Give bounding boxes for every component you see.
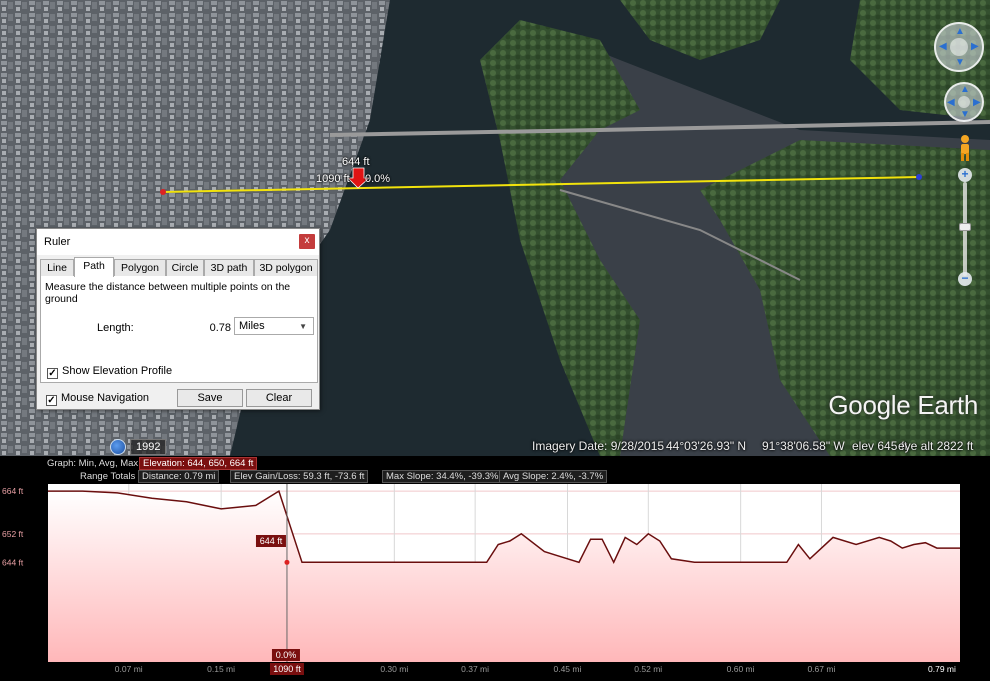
cursor-slope-label: 0.0% — [276, 650, 297, 660]
close-button[interactable]: x — [299, 234, 315, 249]
ruler-titlebar[interactable]: Ruler x — [37, 229, 319, 255]
chevron-down-icon: ▼ — [299, 322, 307, 331]
x-tick-label: 0.37 mi — [461, 664, 489, 674]
x-tick-label: 0.79 mi — [928, 664, 956, 674]
map-view[interactable]: 644 ft 1090 ft 0.0% ▲ ▼ ◀ ▶ ▲ ▼ ◀ ▶ + − … — [0, 0, 990, 456]
clear-button[interactable]: Clear — [246, 389, 312, 407]
x-tick-label: 0.45 mi — [553, 664, 581, 674]
y-tick-label: 644 ft — [2, 557, 24, 567]
cursor-dist-label: 1090 ft — [273, 664, 301, 674]
y-tick-label: 652 ft — [2, 529, 24, 539]
zoom-slider[interactable]: + − — [958, 168, 972, 286]
range-totals-label: Range Totals — [80, 471, 136, 482]
move-control[interactable]: ▲ ▼ ◀ ▶ — [944, 82, 984, 122]
eye-altitude-readout: eye alt 2822 ft — [898, 439, 974, 453]
ruler-panel: Measure the distance between multiple po… — [40, 276, 318, 383]
tab-3d-polygon[interactable]: 3D polygon — [254, 259, 318, 276]
graph-label: Graph: Min, Avg, Max — [47, 458, 139, 469]
checkmark-icon: ✓ — [47, 368, 58, 379]
zoom-slider-thumb[interactable] — [959, 223, 971, 231]
cursor-elev-label: 644 ft — [260, 536, 283, 546]
mouse-navigation-checkbox[interactable]: ✓ Mouse Navigation — [46, 392, 149, 406]
y-tick-label: 664 ft — [2, 486, 24, 496]
longitude-readout: 91°38'06.58" W — [762, 439, 845, 453]
elevation-profile-panel[interactable]: 664 ft 652 ft 644 ft 0.07 mi 0.15 mi 0.30 mi 0… — [0, 456, 990, 681]
save-button[interactable]: Save — [177, 389, 243, 407]
distance-stat: Distance: 0.79 mi — [138, 470, 220, 483]
zoom-in-button[interactable]: + — [958, 168, 972, 182]
marker-slope-label: 0.0% — [365, 173, 391, 185]
x-tick-label: 0.30 mi — [380, 664, 408, 674]
x-tick-label: 0.07 mi — [115, 664, 143, 674]
marker-elev-label: 644 ft — [342, 156, 370, 168]
pegman-icon[interactable] — [956, 134, 974, 162]
x-tick-label: 0.15 mi — [207, 664, 235, 674]
google-earth-logo: Google Earth — [828, 390, 978, 420]
units-select[interactable]: Miles ▼ — [234, 317, 314, 335]
latitude-readout: 44°03'26.93" N — [666, 439, 747, 453]
cursor-point — [284, 559, 290, 565]
tab-3d-path[interactable]: 3D path — [204, 259, 254, 276]
tab-path[interactable]: Path — [74, 257, 114, 277]
imagery-date: Imagery Date: 9/28/2015 — [532, 439, 665, 453]
show-elevation-profile-checkbox[interactable]: ✓ Show Elevation Profile — [47, 365, 172, 379]
x-tick-label: 0.60 mi — [727, 664, 755, 674]
ruler-tabs: Line Path Polygon Circle 3D path 3D poly… — [40, 257, 318, 277]
hand-icon — [958, 96, 970, 108]
ruler-title: Ruler — [44, 236, 71, 248]
ruler-description: Measure the distance between multiple po… — [45, 281, 291, 305]
avg-slope-stat: Avg Slope: 2.4%, -3.7% — [499, 470, 608, 483]
checkmark-icon: ✓ — [46, 395, 57, 406]
tab-polygon[interactable]: Polygon — [114, 259, 166, 276]
elev-gain-loss-stat: Elev Gain/Loss: 59.3 ft, -73.6 ft — [230, 470, 369, 483]
length-label: Length: — [97, 322, 134, 334]
tab-line[interactable]: Line — [40, 259, 74, 276]
length-value: 0.78 — [209, 322, 231, 334]
x-tick-label: 0.67 mi — [807, 664, 835, 674]
path-start-point — [160, 189, 166, 195]
marker-dist-label: 1090 ft — [316, 173, 350, 185]
path-end-point — [916, 174, 922, 180]
look-around-control[interactable]: ▲ ▼ ◀ ▶ — [934, 22, 984, 72]
profile-stats-bar: Graph: Min, Avg, Max Elevation: 644, 650… — [0, 456, 990, 483]
x-tick-label: 0.52 mi — [634, 664, 662, 674]
max-slope-stat: Max Slope: 34.4%, -39.3% — [382, 470, 503, 483]
status-bar: Imagery Date: 9/28/2015 44°03'26.93" N 9… — [0, 438, 990, 456]
eye-icon — [950, 38, 968, 56]
ruler-dialog: Ruler x Line Path Polygon Circle 3D path… — [36, 228, 320, 410]
elevation-profile-chart[interactable]: 664 ft 652 ft 644 ft 0.07 mi 0.15 mi 0.30 mi 0… — [0, 456, 990, 681]
tab-circle[interactable]: Circle — [166, 259, 204, 276]
zoom-out-button[interactable]: − — [958, 272, 972, 286]
elevation-stats: Elevation: 644, 650, 664 ft — [139, 457, 258, 470]
